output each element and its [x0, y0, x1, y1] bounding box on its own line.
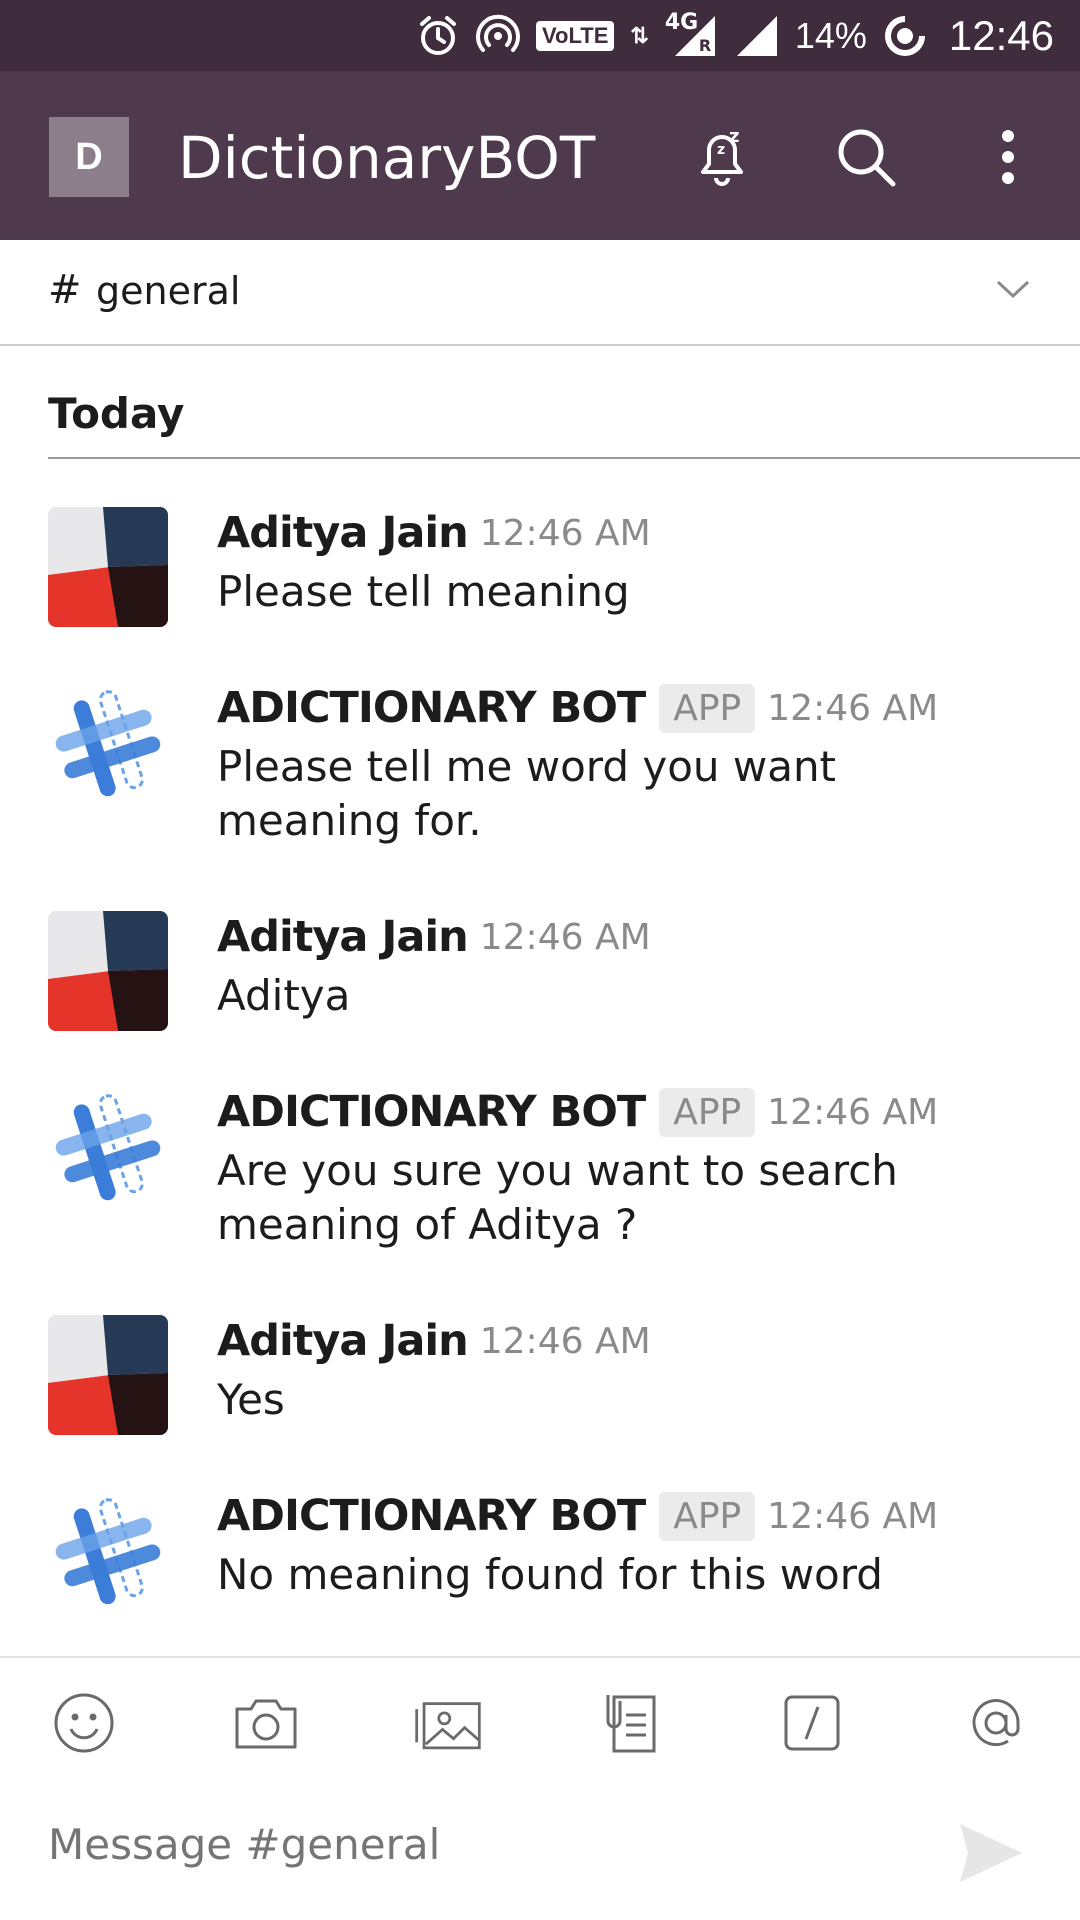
- message-author[interactable]: ADICTIONARY BOT: [217, 1491, 646, 1541]
- battery-saver-icon: [884, 15, 925, 56]
- volte-badge: VoLTE: [535, 20, 615, 51]
- gallery-icon: [415, 1702, 481, 1750]
- message-time: 12:46 AM: [479, 916, 651, 958]
- message-time: 12:46 AM: [767, 1091, 939, 1133]
- channel-hash-icon: #: [48, 267, 82, 313]
- svg-text:z: z: [729, 126, 739, 147]
- send-button[interactable]: [956, 1820, 1026, 1886]
- snooze-bell-icon: z z: [701, 126, 743, 186]
- day-divider-line: [48, 457, 1080, 459]
- data-arrows-icon: ⇅: [630, 22, 649, 48]
- team-switcher-button[interactable]: D: [49, 117, 129, 197]
- app-badge: APP: [659, 683, 756, 733]
- message-text: Are you sure you want to search meaning …: [217, 1146, 898, 1249]
- file-icon: [606, 1695, 656, 1753]
- camera-icon: [235, 1699, 297, 1749]
- camera-button[interactable]: [231, 1688, 301, 1758]
- message-input[interactable]: [48, 1820, 898, 1869]
- avatar[interactable]: [48, 911, 168, 1031]
- channel-header[interactable]: # general: [0, 240, 1080, 346]
- send-icon: [960, 1824, 1022, 1882]
- slack-hash-bot-icon: [55, 1094, 161, 1201]
- signal-4g-icon: 4G R: [665, 10, 719, 58]
- message-text: Please tell meaning: [217, 567, 630, 616]
- avatar[interactable]: [48, 1315, 168, 1435]
- emoji-icon: [54, 1693, 114, 1753]
- channel-name: general: [96, 269, 241, 313]
- avatar[interactable]: [48, 1088, 168, 1208]
- slash-command-button[interactable]: [777, 1688, 847, 1758]
- message-text: Yes: [217, 1375, 285, 1424]
- hotspot-icon: [475, 14, 520, 52]
- roaming-indicator: R: [698, 35, 712, 55]
- avatar[interactable]: [48, 684, 168, 804]
- mention-icon: [972, 1699, 1020, 1747]
- app-bar: D DictionaryBOT z z: [0, 71, 1080, 240]
- message-author[interactable]: ADICTIONARY BOT: [217, 683, 646, 733]
- file-button[interactable]: [595, 1688, 665, 1758]
- message-text: Aditya: [217, 971, 351, 1020]
- slack-hash-bot-icon: [55, 690, 161, 797]
- message-time: 12:46 AM: [479, 512, 651, 554]
- clock: 12:46: [948, 11, 1054, 59]
- emoji-button[interactable]: [49, 1688, 119, 1758]
- search-icon: [838, 129, 896, 187]
- message-time: 12:46 AM: [767, 687, 939, 729]
- message-time: 12:46 AM: [767, 1495, 939, 1537]
- mention-button[interactable]: [961, 1688, 1031, 1758]
- app-badge: APP: [659, 1087, 756, 1137]
- message-time: 12:46 AM: [479, 1320, 651, 1362]
- snooze-notifications-button[interactable]: z z: [686, 121, 758, 193]
- more-vert-icon: [1002, 130, 1014, 184]
- avatar[interactable]: [48, 507, 168, 627]
- message-author[interactable]: Aditya Jain: [217, 508, 469, 558]
- message-author[interactable]: ADICTIONARY BOT: [217, 1087, 646, 1137]
- signal-icon: [736, 15, 777, 56]
- app-badge: APP: [659, 1491, 756, 1541]
- message-text: Please tell me word you want meaning for…: [217, 742, 837, 845]
- alarm-icon: [419, 15, 456, 55]
- battery-percent: 14%: [794, 14, 867, 56]
- message-author[interactable]: Aditya Jain: [217, 1316, 469, 1366]
- search-button[interactable]: [830, 121, 902, 193]
- composer-toolbar: [0, 1688, 1080, 1758]
- chevron-down-icon[interactable]: [996, 278, 1030, 302]
- slack-hash-bot-icon: [55, 1498, 161, 1605]
- avatar[interactable]: [48, 1492, 168, 1612]
- day-divider-label: Today: [48, 389, 185, 438]
- status-bar: VoLTE ⇅ 4G R 14% 12:46: [0, 0, 1080, 71]
- message-text: No meaning found for this word: [217, 1550, 883, 1599]
- svg-text:z: z: [717, 142, 725, 158]
- gallery-button[interactable]: [413, 1688, 483, 1758]
- network-type: 4G: [664, 9, 699, 35]
- overflow-menu-button[interactable]: [972, 121, 1044, 193]
- composer-divider: [0, 1656, 1080, 1658]
- workspace-title: DictionaryBOT: [178, 124, 596, 192]
- message-author[interactable]: Aditya Jain: [217, 912, 469, 962]
- slash-command-icon: [784, 1695, 840, 1751]
